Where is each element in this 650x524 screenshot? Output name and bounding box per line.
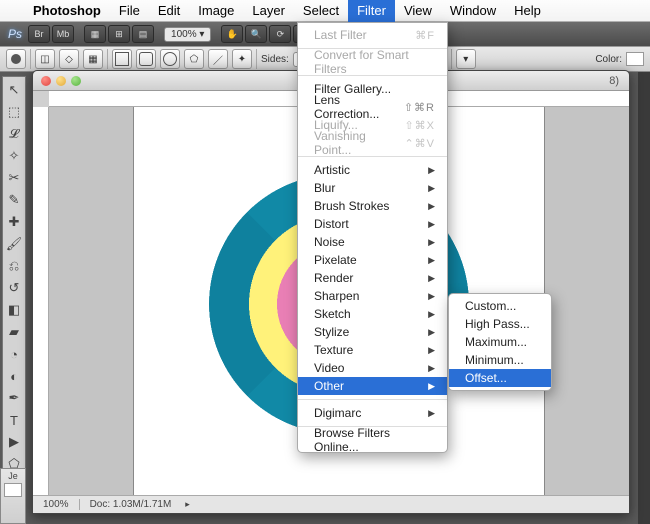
collapsed-panels[interactable] — [638, 72, 650, 524]
window-close-button[interactable] — [41, 76, 51, 86]
minibridge-button[interactable]: Mb — [52, 25, 74, 43]
rotate-view-button[interactable]: ⟳ — [269, 25, 291, 43]
sides-label: Sides: — [261, 54, 289, 65]
rect-shape-button[interactable] — [112, 49, 132, 69]
other-minimum[interactable]: Minimum... — [449, 351, 551, 369]
rounded-rect-shape-button[interactable] — [136, 49, 156, 69]
quick-select-tool[interactable]: ✧ — [3, 145, 25, 167]
custom-shape-button[interactable]: ✦ — [232, 49, 252, 69]
status-zoom[interactable]: 100% — [33, 499, 79, 510]
menubar-filter[interactable]: Filter — [348, 0, 395, 22]
menubar-window[interactable]: Window — [441, 0, 505, 22]
history-thumb — [4, 483, 22, 497]
document-status-bar: 100% Doc: 1.03M/1.71M ▸ — [33, 495, 629, 513]
ellipse-shape-button[interactable] — [160, 49, 180, 69]
marquee-tool[interactable]: ⬚ — [3, 101, 25, 123]
dodge-tool[interactable]: ◐ — [3, 365, 25, 387]
type-tool[interactable]: T — [3, 409, 25, 431]
other-custom[interactable]: Custom... — [449, 297, 551, 315]
status-docsize[interactable]: Doc: 1.03M/1.71M — [79, 499, 182, 510]
menubar-app[interactable]: Photoshop — [24, 0, 110, 22]
gradient-tool[interactable]: ▰ — [3, 321, 25, 343]
other-high-pass[interactable]: High Pass... — [449, 315, 551, 333]
bridge-button[interactable]: Br — [28, 25, 50, 43]
menubar-image[interactable]: Image — [189, 0, 243, 22]
menubar-view[interactable]: View — [395, 0, 441, 22]
other-maximum[interactable]: Maximum... — [449, 333, 551, 351]
history-panel-collapsed[interactable]: Je — [0, 468, 26, 524]
filter-menu-dropdown: Last Filter⌘F Convert for Smart Filters … — [297, 22, 448, 453]
filter-texture[interactable]: Texture▶ — [298, 341, 447, 359]
color-label: Color: — [595, 54, 622, 65]
other-offset[interactable]: Offset... — [449, 369, 551, 387]
path-select-tool[interactable]: ▶ — [3, 431, 25, 453]
view-grid-button[interactable]: ▤ — [132, 25, 154, 43]
zoom-tool-button[interactable]: 🔍 — [245, 25, 267, 43]
filter-other-submenu: Custom... High Pass... Maximum... Minimu… — [448, 293, 552, 391]
menubar-layer[interactable]: Layer — [243, 0, 294, 22]
zoom-level-field[interactable]: 100% ▾ — [164, 27, 211, 42]
crop-tool[interactable]: ✂ — [3, 167, 25, 189]
filter-lens-correction[interactable]: Lens Correction...⇧⌘R — [298, 98, 447, 116]
pen-tool[interactable]: ✒ — [3, 387, 25, 409]
line-shape-button[interactable]: ／ — [208, 49, 228, 69]
brush-tool[interactable]: 🖌 — [3, 233, 25, 255]
polygon-shape-button[interactable]: ⬠ — [184, 49, 204, 69]
photoshop-logo-icon: Ps — [4, 27, 26, 41]
shape-layers-button[interactable]: ◫ — [35, 49, 55, 69]
move-tool[interactable]: ↖ — [3, 79, 25, 101]
hand-tool-button[interactable]: ✋ — [221, 25, 243, 43]
lasso-tool[interactable]: 𝓛 — [3, 123, 25, 145]
menubar-help[interactable]: Help — [505, 0, 550, 22]
fill-pixels-button[interactable]: ▦ — [83, 49, 103, 69]
document-title-suffix: 8) — [609, 75, 619, 87]
stamp-tool[interactable]: ⎌ — [3, 255, 25, 277]
ruler-vertical[interactable] — [33, 107, 49, 495]
status-arrow-icon[interactable]: ▸ — [181, 499, 190, 510]
paths-button[interactable]: ◇ — [59, 49, 79, 69]
filter-sketch[interactable]: Sketch▶ — [298, 305, 447, 323]
mac-menubar: Photoshop File Edit Image Layer Select F… — [0, 0, 650, 22]
window-minimize-button[interactable] — [56, 76, 66, 86]
filter-vanishing-point: Vanishing Point...⌃⌘V — [298, 134, 447, 152]
view-guides-button[interactable]: ⊞ — [108, 25, 130, 43]
filter-distort[interactable]: Distort▶ — [298, 215, 447, 233]
color-swatch[interactable] — [626, 52, 644, 66]
filter-noise[interactable]: Noise▶ — [298, 233, 447, 251]
eraser-tool[interactable]: ◧ — [3, 299, 25, 321]
filter-sharpen[interactable]: Sharpen▶ — [298, 287, 447, 305]
filter-digimarc[interactable]: Digimarc▶ — [298, 404, 447, 422]
window-zoom-button[interactable] — [71, 76, 81, 86]
blur-tool[interactable]: ◔ — [3, 343, 25, 365]
filter-last: Last Filter⌘F — [298, 26, 447, 44]
filter-render[interactable]: Render▶ — [298, 269, 447, 287]
filter-browse-online[interactable]: Browse Filters Online... — [298, 431, 447, 449]
tools-palette: ↖ ⬚ 𝓛 ✧ ✂ ✎ ✚ 🖌 ⎌ ↺ ◧ ▰ ◔ ◐ ✒ T ▶ ⬠ — [2, 76, 26, 500]
filter-video[interactable]: Video▶ — [298, 359, 447, 377]
tool-preset-button[interactable] — [6, 49, 26, 69]
healing-tool[interactable]: ✚ — [3, 211, 25, 233]
filter-convert-smart: Convert for Smart Filters — [298, 53, 447, 71]
filter-brush-strokes[interactable]: Brush Strokes▶ — [298, 197, 447, 215]
filter-stylize[interactable]: Stylize▶ — [298, 323, 447, 341]
filter-blur[interactable]: Blur▶ — [298, 179, 447, 197]
menubar-edit[interactable]: Edit — [149, 0, 189, 22]
filter-artistic[interactable]: Artistic▶ — [298, 161, 447, 179]
eyedropper-tool[interactable]: ✎ — [3, 189, 25, 211]
menubar-select[interactable]: Select — [294, 0, 348, 22]
menubar-file[interactable]: File — [110, 0, 149, 22]
style-picker-button[interactable]: ▾ — [456, 49, 476, 69]
view-extras-button[interactable]: ▦ — [84, 25, 106, 43]
history-brush-tool[interactable]: ↺ — [3, 277, 25, 299]
filter-pixelate[interactable]: Pixelate▶ — [298, 251, 447, 269]
filter-other[interactable]: Other▶ — [298, 377, 447, 395]
